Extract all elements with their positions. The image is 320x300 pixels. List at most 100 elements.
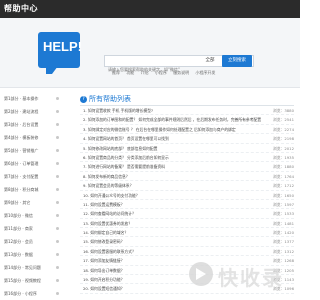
hot-keywords: 推荐 功能 介绍 小程序 服务说明 小程序开发 xyxy=(112,70,220,76)
bullet-icon xyxy=(56,149,59,152)
sidebar-item-label: 第13部分 · 数据 xyxy=(4,252,33,257)
search-scope-select[interactable]: 全部 xyxy=(200,55,220,67)
question-link[interactable]: 11. 如何设置运费模板？ xyxy=(83,200,265,208)
hot-keyword-link[interactable]: 介绍 xyxy=(141,70,149,75)
sidebar-item-label: 第5部分 · 营销推广 xyxy=(4,148,39,153)
list-item[interactable]: 16. 如何设置客服的联系方式？ 浏览：1312 xyxy=(80,247,294,257)
list-item[interactable]: 11. 如何设置运费模板？ 浏览：1597 xyxy=(80,200,294,210)
help-logo: HELP! xyxy=(38,32,82,74)
sidebar-item[interactable]: 第14部分 · 常见问题 xyxy=(0,261,66,274)
sidebar-item-label: 第2部分 · 建站流程 xyxy=(4,109,39,114)
view-count: 浏览：1312 xyxy=(272,248,294,254)
list-item[interactable]: 3. 如何绑定对应的微信账号 ？ 在后台在哪里操作如何处理配置之 后如何添加与商… xyxy=(80,125,294,135)
sidebar-item[interactable]: 第4部分 · 模板装修 xyxy=(0,131,66,144)
question-link[interactable]: 8. 如何发布新的商品信息？ xyxy=(83,172,265,180)
question-link[interactable]: 7. 如何进行网站的备案？ 是否需要提前准备资料 xyxy=(83,162,265,170)
question-link[interactable]: 4. 如何设置网站的首页？ 首页设置在哪里可以找到 xyxy=(83,134,265,142)
sidebar-item-label: 第4部分 · 模板装修 xyxy=(4,135,39,140)
sidebar-item[interactable]: 第5部分 · 营销推广 xyxy=(0,144,66,157)
hot-keyword-link[interactable]: 推荐 xyxy=(112,70,120,75)
view-count: 浏览：1420 xyxy=(272,230,294,236)
bullet-icon xyxy=(56,162,59,165)
view-count: 浏览：2541 xyxy=(272,117,294,123)
sidebar-item[interactable]: 第16部分 · 小程序 xyxy=(0,287,66,300)
section-title: ? 所有帮助列表 xyxy=(80,94,131,104)
question-link[interactable]: 13. 如何设置优惠券的发放？ xyxy=(83,219,265,227)
list-item[interactable]: 12. 如何查看网站的访问统计？ 浏览：1533 xyxy=(80,209,294,219)
sidebar-item[interactable]: 第2部分 · 建站流程 xyxy=(0,105,66,118)
question-link[interactable]: 5. 如何修改网站的底部？ 底部信息如何配置 xyxy=(83,144,265,152)
sidebar-item-label: 第6部分 · 订单管理 xyxy=(4,161,39,166)
view-count: 浏览：2012 xyxy=(272,145,294,151)
sidebar-item-label: 第12部分 · 会员 xyxy=(4,239,33,244)
question-link[interactable]: 3. 如何绑定对应的微信账号 ？ 在后台在哪里操作如何处理配置之 后如何添加与商… xyxy=(83,125,265,133)
bullet-icon xyxy=(56,214,59,217)
bullet-icon xyxy=(56,240,59,243)
bullet-icon xyxy=(56,97,59,100)
question-link[interactable]: 10. 如何开通公众号的支付功能？ xyxy=(83,191,265,199)
bullet-icon xyxy=(56,201,59,204)
top-bar: 帮助中心 xyxy=(0,0,300,18)
hot-keyword-link[interactable]: 小程序 xyxy=(155,70,167,75)
page-title: 帮助中心 xyxy=(4,4,38,13)
hot-keyword-link[interactable]: 小程序开发 xyxy=(195,70,215,75)
list-item[interactable]: 9. 如何设置会员的等级体系？ 浏览：1712 xyxy=(80,181,294,191)
question-link[interactable]: 14. 如何绑定自己的域名？ xyxy=(83,228,265,236)
sidebar-item-label: 第15部分 · 视频教程 xyxy=(4,278,41,283)
list-item[interactable]: 13. 如何设置优惠券的发放？ 浏览：1481 xyxy=(80,219,294,229)
list-item[interactable]: 2. 如何添加的订单图和的配置？ 如何完成全部的事件规则后然后 ，在后期发布任务… xyxy=(80,115,294,125)
sidebar-item[interactable]: 第1部分 · 基本操作 xyxy=(0,92,66,105)
view-count: 浏览：1880 xyxy=(272,164,294,170)
sidebar-item-label: 第14部分 · 常见问题 xyxy=(4,265,41,270)
help-logo-text: HELP! xyxy=(43,39,82,54)
sidebar-item[interactable]: 第6部分 · 订单管理 xyxy=(0,157,66,170)
sidebar-item[interactable]: 第10部分 · 微信 xyxy=(0,209,66,222)
view-count: 浏览：1935 xyxy=(272,154,294,160)
view-count: 浏览：1650 xyxy=(272,192,294,198)
question-link[interactable]: 16. 如何设置客服的联系方式？ xyxy=(83,247,265,255)
search-button[interactable]: 立刻搜索 xyxy=(222,55,252,67)
watermark-text: 快收录 xyxy=(218,266,284,290)
bullet-icon xyxy=(56,175,59,178)
hot-keyword-link[interactable]: 服务说明 xyxy=(173,70,189,75)
question-link[interactable]: 2. 如何添加的订单图和的配置？ 如何完成全部的事件规则后然后 ，在后期发布任务… xyxy=(83,115,265,123)
bullet-icon xyxy=(56,123,59,126)
question-icon: ? xyxy=(80,96,87,103)
hot-keyword-link[interactable]: 功能 xyxy=(126,70,134,75)
list-item[interactable]: 5. 如何修改网站的底部？ 底部信息如何配置 浏览：2012 xyxy=(80,144,294,153)
question-link[interactable]: 1. 如何设置收款 手机 手机版的增长模型? xyxy=(83,106,265,114)
view-count: 浏览：1481 xyxy=(272,220,294,226)
watermark: 快收录 xyxy=(188,257,298,297)
list-item[interactable]: 7. 如何进行网站的备案？ 是否需要提前准备资料 浏览：1880 xyxy=(80,162,294,172)
sidebar-item[interactable]: 第7部分 · 支付配置 xyxy=(0,170,66,183)
view-count: 浏览：2274 xyxy=(272,126,294,132)
list-item[interactable]: 6. 如何设置商品的分类？ 分类添加后前台如何显示 浏览：1935 xyxy=(80,153,294,163)
list-item[interactable]: 15. 如何修改登录密码？ 浏览：1377 xyxy=(80,237,294,247)
question-link[interactable]: 15. 如何修改登录密码？ xyxy=(83,237,265,245)
sidebar-item[interactable]: 第13部分 · 数据 xyxy=(0,248,66,261)
sidebar-item-label: 第8部分 · 积分商城 xyxy=(4,187,39,192)
list-item[interactable]: 1. 如何设置收款 手机 手机版的增长模型? 浏览：3880 xyxy=(80,106,294,116)
sidebar-item[interactable]: 第9部分 · 其它 xyxy=(0,196,66,209)
list-item[interactable]: 10. 如何开通公众号的支付功能？ 浏览：1650 xyxy=(80,191,294,200)
list-item[interactable]: 8. 如何发布新的商品信息？ 浏览：1764 xyxy=(80,172,294,182)
sidebar-item[interactable]: 第3部分 · 后台设置 xyxy=(0,118,66,131)
category-sidebar: 第1部分 · 基本操作 第2部分 · 建站流程 第3部分 · 后台设置 第4部分… xyxy=(0,92,66,300)
sidebar-item-label: 第9部分 · 其它 xyxy=(4,200,31,205)
view-count: 浏览：1712 xyxy=(272,183,294,189)
list-item[interactable]: 14. 如何绑定自己的域名？ 浏览：1420 xyxy=(80,228,294,238)
question-link[interactable]: 9. 如何设置会员的等级体系？ xyxy=(83,181,265,189)
sidebar-item[interactable]: 第8部分 · 积分商城 xyxy=(0,183,66,196)
bullet-icon xyxy=(56,266,59,269)
list-item[interactable]: 4. 如何设置网站的首页？ 首页设置在哪里可以找到 浏览：2198 xyxy=(80,134,294,144)
section-title-text: 所有帮助列表 xyxy=(89,95,131,103)
question-link[interactable]: 6. 如何设置商品的分类？ 分类添加后前台如何显示 xyxy=(83,153,265,161)
question-link[interactable]: 12. 如何查看网站的访问统计？ xyxy=(83,209,265,217)
bullet-icon xyxy=(56,227,59,230)
view-count: 浏览：1764 xyxy=(272,173,294,179)
section-header: ? 所有帮助列表 xyxy=(80,92,294,106)
sidebar-item[interactable]: 第12部分 · 会员 xyxy=(0,235,66,248)
sidebar-item[interactable]: 第15部分 · 视频教程 xyxy=(0,274,66,287)
hero-banner: HELP! 全部 立刻搜索 推荐 功能 介绍 小程序 服务说明 小程序开发 xyxy=(0,18,300,88)
sidebar-item[interactable]: 第11部分 · 商家 xyxy=(0,222,66,235)
